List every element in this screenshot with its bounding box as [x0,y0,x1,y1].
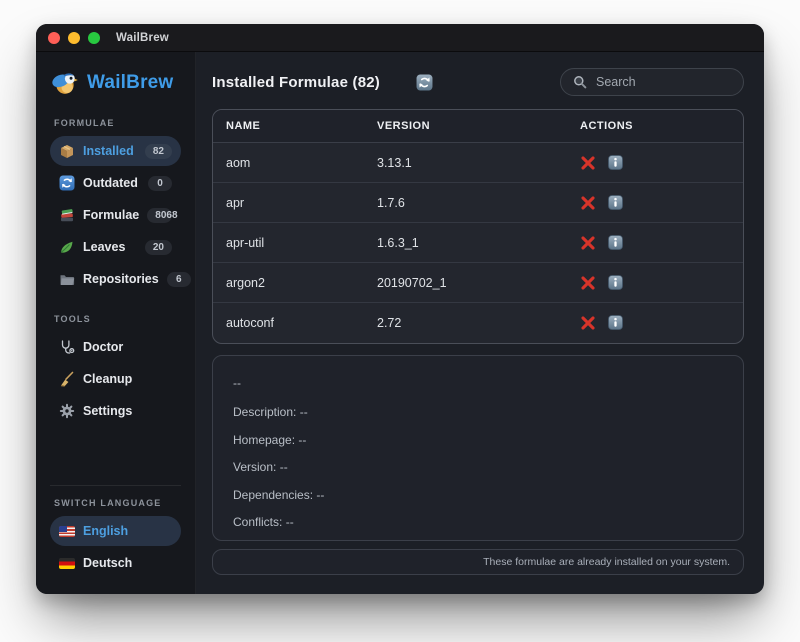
sidebar-item-label: Doctor [83,340,172,354]
details-dependencies: Dependencies: -- [233,488,723,502]
uninstall-x-icon[interactable] [580,315,596,331]
table-row[interactable]: autoconf 2.72 [213,303,743,343]
table-header-row: NAME VERSION ACTIONS [213,110,743,143]
info-icon[interactable] [608,155,624,171]
sidebar-item-label: Outdated [83,176,140,190]
status-text: These formulae are already installed on … [483,556,730,568]
formula-version: 1.6.3_1 [377,236,580,250]
sidebar-item-label: Leaves [83,240,137,254]
folder-icon [59,271,75,287]
formula-version: 1.7.6 [377,196,580,210]
uninstall-x-icon[interactable] [580,195,596,211]
details-description: Description: -- [233,405,723,419]
us-flag-icon [59,526,75,537]
column-header-actions: ACTIONS [580,120,743,132]
formula-name: argon2 [213,276,377,290]
sidebar-item-repositories[interactable]: Repositories 6 [50,264,181,294]
column-header-name: NAME [213,120,377,132]
sidebar-item-settings[interactable]: Settings [50,396,181,426]
details-title: -- [233,376,723,390]
formula-name: apr-util [213,236,377,250]
sidebar-item-installed[interactable]: Installed 82 [50,136,181,166]
package-icon [59,143,75,159]
broom-icon [59,371,75,387]
sidebar-item-cleanup[interactable]: Cleanup [50,364,181,394]
details-conflicts: Conflicts: -- [233,515,723,529]
formula-version: 3.13.1 [377,156,580,170]
details-homepage: Homepage: -- [233,433,723,447]
sidebar-item-label: Deutsch [83,556,172,570]
info-icon[interactable] [608,235,624,251]
titlebar: WailBrew [36,24,764,52]
sidebar-item-doctor[interactable]: Doctor [50,332,181,362]
formulae-table: NAME VERSION ACTIONS aom 3.13.1 apr 1.7.… [212,109,744,344]
app-window: WailBrew WailBrew FORMULAE [36,24,764,594]
table-row[interactable]: aom 3.13.1 [213,143,743,183]
sidebar-item-label: English [83,524,172,538]
sidebar-item-label: Formulae [83,208,139,222]
count-badge: 6 [167,272,191,287]
table-row[interactable]: argon2 20190702_1 [213,263,743,303]
formula-name: aom [213,156,377,170]
details-version: Version: -- [233,460,723,474]
count-badge: 20 [145,240,172,255]
search-input[interactable] [596,75,731,89]
uninstall-x-icon[interactable] [580,155,596,171]
sidebar-item-label: Cleanup [83,372,172,386]
section-label-formulae: FORMULAE [54,118,181,128]
sidebar-item-formulae[interactable]: Formulae 8068 [50,200,181,230]
formula-name: apr [213,196,377,210]
main-content: Installed Formulae (82) [196,52,764,594]
info-icon[interactable] [608,275,624,291]
formula-version: 20190702_1 [377,276,580,290]
refresh-icon [59,175,75,191]
window-title: WailBrew [116,32,169,44]
section-label-language: SWITCH LANGUAGE [54,498,181,508]
sidebar-item-english[interactable]: English [50,516,181,546]
main-header: Installed Formulae (82) [212,68,744,96]
uninstall-x-icon[interactable] [580,275,596,291]
stethoscope-icon [59,339,75,355]
page-title: Installed Formulae (82) [212,74,380,91]
table-row[interactable]: apr 1.7.6 [213,183,743,223]
count-badge: 0 [148,176,172,191]
search-icon [573,75,587,89]
status-bar: These formulae are already installed on … [212,549,744,575]
close-button[interactable] [48,32,60,44]
minimize-button[interactable] [68,32,80,44]
sidebar-item-deutsch[interactable]: Deutsch [50,548,181,578]
wailbrew-logo-icon [52,70,78,96]
brand-name: WailBrew [87,72,173,94]
table-row[interactable]: apr-util 1.6.3_1 [213,223,743,263]
sidebar-item-label: Repositories [83,272,159,286]
column-header-version: VERSION [377,120,580,132]
count-badge: 8068 [147,208,172,223]
refresh-button[interactable] [416,74,433,91]
sidebar-divider [50,485,181,486]
books-icon [59,207,75,223]
sidebar-item-leaves[interactable]: Leaves 20 [50,232,181,262]
sidebar-item-label: Installed [83,144,137,158]
sidebar-item-label: Settings [83,404,172,418]
search-box [560,68,744,96]
uninstall-x-icon[interactable] [580,235,596,251]
gear-icon [59,403,75,419]
traffic-lights [48,32,100,44]
info-icon[interactable] [608,315,624,331]
section-label-tools: TOOLS [54,314,181,324]
details-panel: -- Description: -- Homepage: -- Version:… [212,355,744,541]
zoom-button[interactable] [88,32,100,44]
sidebar-item-outdated[interactable]: Outdated 0 [50,168,181,198]
formula-version: 2.72 [377,316,580,330]
info-icon[interactable] [608,195,624,211]
de-flag-icon [59,558,75,569]
sidebar: WailBrew FORMULAE Installed 82 [36,52,196,594]
brand: WailBrew [50,70,181,96]
formula-name: autoconf [213,316,377,330]
leaf-icon [59,239,75,255]
count-badge: 82 [145,144,172,159]
